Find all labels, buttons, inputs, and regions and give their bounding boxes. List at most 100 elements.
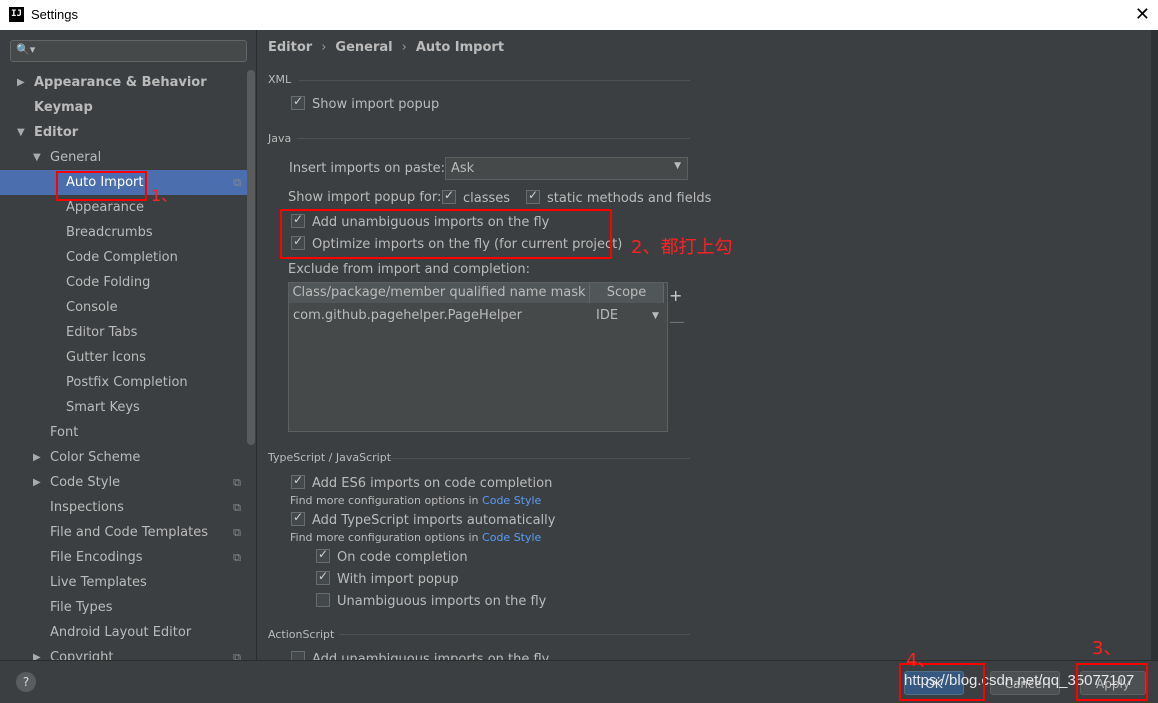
- on-code-completion-checkbox[interactable]: On code completion: [316, 547, 468, 565]
- sidebar-item-code-style[interactable]: ▶ Code Style ⧉: [0, 470, 247, 495]
- add-typescript-imports-checkbox[interactable]: Add TypeScript imports automatically: [291, 510, 556, 528]
- title-bar: IJ Settings ✕: [0, 0, 1158, 30]
- project-scope-icon: ⧉: [233, 476, 241, 489]
- sidebar-item-label: Copyright: [50, 650, 114, 660]
- chevron-right-icon[interactable]: ▶: [17, 70, 25, 95]
- with-import-popup-checkbox[interactable]: With import popup: [316, 569, 459, 587]
- sidebar-item-copyright[interactable]: ▶ Copyright ⧉: [0, 645, 247, 660]
- checkbox-checked-icon: [442, 188, 456, 204]
- sidebar-item-editor[interactable]: ▼ Editor: [0, 120, 247, 145]
- sidebar-item-general[interactable]: ▼ General: [0, 145, 247, 170]
- chevron-right-icon[interactable]: ▶: [33, 645, 41, 660]
- window-title: Settings: [31, 7, 78, 22]
- sidebar-item-keymap[interactable]: Keymap: [0, 95, 247, 120]
- classes-checkbox[interactable]: classes: [442, 188, 511, 206]
- sidebar-item-label: Gutter Icons: [66, 350, 146, 365]
- breadcrumb-auto-import: Auto Import: [415, 40, 505, 55]
- xml-show-import-popup-checkbox[interactable]: Show import popup: [291, 94, 439, 112]
- breadcrumb-separator: ›: [401, 40, 407, 55]
- checkbox-checked-icon: [526, 188, 540, 204]
- sidebar-item-file-types[interactable]: File Types: [0, 595, 247, 620]
- section-separator: [389, 458, 690, 459]
- sidebar-scrollbar[interactable]: [247, 70, 255, 445]
- sidebar-item-color-scheme[interactable]: ▶ Color Scheme: [0, 445, 247, 470]
- chevron-down-icon[interactable]: ▼: [652, 305, 659, 327]
- sidebar-item-inspections[interactable]: Inspections ⧉: [0, 495, 247, 520]
- chevron-right-icon[interactable]: ▶: [33, 470, 41, 495]
- section-java-title: Java: [268, 132, 292, 145]
- chevron-right-icon[interactable]: ▶: [33, 445, 41, 470]
- actionscript-unambiguous-checkbox[interactable]: Add unambiguous imports on the fly: [291, 651, 549, 660]
- sidebar-item-gutter-icons[interactable]: Gutter Icons: [0, 345, 247, 370]
- sidebar-item-console[interactable]: Console: [0, 295, 247, 320]
- insert-imports-dropdown[interactable]: Ask ▼: [445, 157, 688, 180]
- sidebar-item-breadcrumbs[interactable]: Breadcrumbs: [0, 220, 247, 245]
- sidebar-item-label: Console: [66, 300, 118, 315]
- sidebar-item-editor-tabs[interactable]: Editor Tabs: [0, 320, 247, 345]
- checkbox-checked-icon: [291, 94, 305, 110]
- annotation-label-3: 3、: [1092, 638, 1122, 659]
- sidebar-item-file-encodings[interactable]: File Encodings ⧉: [0, 545, 247, 570]
- sidebar-item-label: General: [50, 150, 102, 165]
- search-icon: 🔍▾: [16, 43, 36, 56]
- chevron-down-icon: ▼: [674, 161, 681, 171]
- sidebar-item-label: Live Templates: [50, 575, 147, 590]
- project-scope-icon: ⧉: [233, 501, 241, 514]
- checkbox-label: With import popup: [337, 572, 459, 587]
- add-icon[interactable]: +: [669, 286, 682, 305]
- checkbox-unchecked-icon: [291, 651, 305, 660]
- annotation-label-1: 1、: [151, 186, 178, 205]
- section-actionscript-title: ActionScript: [268, 628, 335, 641]
- checkbox-label: classes: [463, 191, 511, 206]
- checkbox-checked-icon: [291, 473, 305, 489]
- chevron-down-icon[interactable]: ▼: [17, 120, 25, 145]
- intellij-logo-icon: IJ: [9, 7, 24, 22]
- settings-search-input[interactable]: 🔍▾: [10, 40, 247, 62]
- sidebar-item-android-layout-editor[interactable]: Android Layout Editor: [0, 620, 247, 645]
- sidebar-item-appearance-behavior[interactable]: ▶ Appearance & Behavior: [0, 70, 247, 95]
- checkbox-label: Add TypeScript imports automatically: [312, 513, 556, 528]
- settings-sidebar: 🔍▾ ▶ Appearance & Behavior Keymap ▼ Editor ▼ G…: [0, 30, 257, 660]
- show-import-popup-for-label: Show import popup for:: [288, 190, 442, 205]
- close-icon[interactable]: ✕: [1135, 4, 1150, 25]
- chevron-down-icon[interactable]: ▼: [33, 145, 41, 170]
- sidebar-item-font[interactable]: Font: [0, 420, 247, 445]
- sidebar-item-label: Android Layout Editor: [50, 625, 192, 640]
- sidebar-item-code-completion[interactable]: Code Completion: [0, 245, 247, 270]
- column-header-mask[interactable]: Class/package/member qualified name mask: [289, 283, 590, 303]
- sidebar-item-label: Inspections: [50, 500, 124, 515]
- static-methods-checkbox[interactable]: static methods and fields: [526, 188, 711, 206]
- exclude-label: Exclude from import and completion:: [288, 262, 530, 277]
- code-style-link[interactable]: Code Style: [482, 531, 541, 544]
- project-scope-icon: ⧉: [233, 526, 241, 539]
- content-scrollbar[interactable]: [1151, 30, 1158, 660]
- sidebar-item-label: Font: [50, 425, 79, 440]
- remove-icon[interactable]: —: [669, 312, 685, 331]
- table-row-scope[interactable]: IDE: [596, 305, 618, 327]
- sidebar-item-smart-keys[interactable]: Smart Keys: [0, 395, 247, 420]
- project-scope-icon: ⧉: [233, 651, 241, 660]
- section-separator: [299, 80, 690, 81]
- insert-imports-label: Insert imports on paste:: [289, 161, 446, 176]
- project-scope-icon: ⧉: [233, 551, 241, 564]
- checkbox-label: On code completion: [337, 550, 468, 565]
- column-header-scope[interactable]: Scope: [590, 283, 664, 303]
- breadcrumb-editor: Editor: [268, 40, 313, 55]
- sidebar-item-code-folding[interactable]: Code Folding: [0, 270, 247, 295]
- exclude-table[interactable]: Class/package/member qualified name mask…: [288, 282, 692, 432]
- unambiguous-imports-checkbox[interactable]: Unambiguous imports on the fly: [316, 593, 546, 609]
- sidebar-item-live-templates[interactable]: Live Templates: [0, 570, 247, 595]
- sidebar-item-label: Color Scheme: [50, 450, 141, 465]
- add-es6-imports-checkbox[interactable]: Add ES6 imports on code completion: [291, 473, 552, 491]
- sidebar-item-label: Editor: [34, 125, 79, 140]
- section-typescript-title: TypeScript / JavaScript: [268, 451, 392, 464]
- sidebar-item-postfix-completion[interactable]: Postfix Completion: [0, 370, 247, 395]
- annotation-box-apply: [1076, 663, 1148, 701]
- sidebar-item-label: Code Completion: [66, 250, 178, 265]
- sidebar-item-file-and-code-templates[interactable]: File and Code Templates ⧉: [0, 520, 247, 545]
- table-row-name[interactable]: com.github.pagehelper.PageHelper: [293, 305, 522, 327]
- section-separator: [339, 634, 690, 635]
- code-style-link[interactable]: Code Style: [482, 494, 541, 507]
- help-icon[interactable]: ?: [16, 672, 36, 692]
- sidebar-item-label: Keymap: [34, 100, 93, 115]
